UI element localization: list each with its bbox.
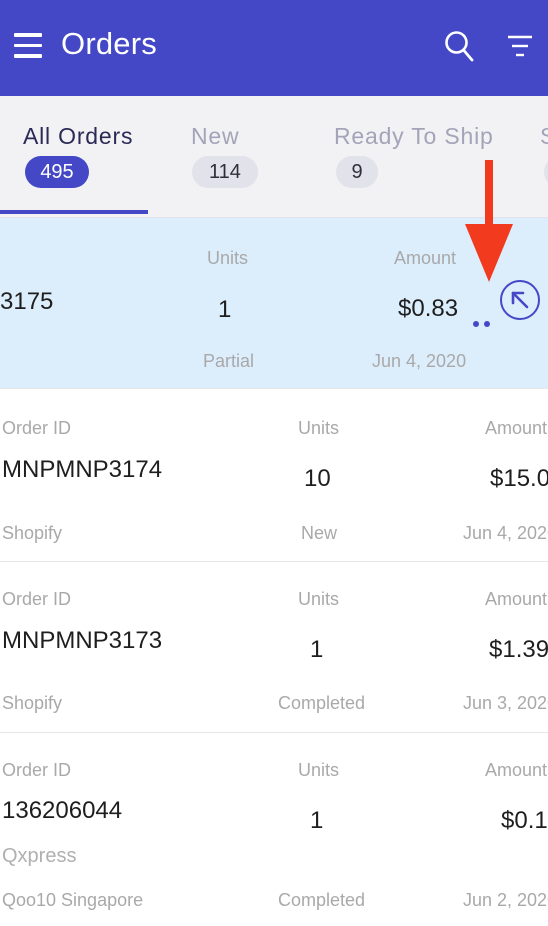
tab-new[interactable]: New 114: [160, 96, 290, 217]
order-row[interactable]: Order ID MNPMNP3174 Units 10 Amount $15.…: [0, 391, 548, 562]
tab-all-orders[interactable]: All Orders 495: [0, 96, 148, 217]
amount-value: $1.39: [489, 636, 548, 663]
order-channel: Qoo10 Singapore: [2, 890, 144, 910]
page-title: Orders: [61, 26, 157, 61]
amount-label: Amount: [485, 418, 548, 438]
order-id: 136206044: [2, 797, 123, 824]
units-value: 1: [310, 636, 324, 663]
order-date: Jun 3, 2020: [463, 693, 548, 713]
red-down-arrow-icon: [465, 160, 513, 282]
active-tab-indicator: [0, 210, 148, 214]
order-channel: Shopify: [2, 693, 63, 713]
order-status: Partial: [203, 351, 255, 371]
order-date: Jun 2, 2020: [463, 890, 548, 910]
tab-count-badge: [544, 156, 548, 188]
amount-value: $15.0: [490, 465, 548, 492]
tab-count-badge: 495: [25, 156, 89, 188]
units-label: Units: [298, 418, 340, 438]
tab-count-badge: 9: [336, 156, 378, 188]
amount-label: Amount: [485, 589, 548, 609]
search-icon[interactable]: [444, 30, 474, 62]
order-status: Completed: [278, 693, 366, 713]
order-status: Completed: [278, 890, 366, 910]
shipping-carrier: Qxpress: [2, 845, 77, 867]
amount-label: Amount: [394, 248, 457, 268]
amount-value: $0.1: [501, 807, 548, 834]
order-id-label: Order ID: [2, 589, 72, 609]
tab-next[interactable]: S: [530, 96, 548, 217]
order-channel: Shopify: [2, 523, 63, 543]
filter-icon[interactable]: [506, 34, 534, 58]
amount-label: Amount: [485, 760, 548, 780]
units-label: Units: [298, 589, 340, 609]
tab-label: S: [540, 123, 548, 150]
more-dots-icon[interactable]: [473, 314, 495, 332]
order-date: Jun 4, 2020: [372, 351, 467, 371]
tab-label: All Orders: [23, 123, 134, 149]
amount-value: $0.83: [398, 295, 459, 322]
order-row[interactable]: Order ID MNPMNP3173 Units 1 Amount $1.39…: [0, 562, 548, 733]
hamburger-menu-icon[interactable]: [14, 33, 42, 59]
tab-label: New: [191, 123, 240, 149]
units-label: Units: [207, 248, 249, 268]
units-value: 1: [218, 296, 232, 323]
arrow-up-left-circle-icon[interactable]: [500, 280, 540, 320]
order-id-label: Order ID: [2, 418, 72, 438]
order-id-label: Order ID: [2, 760, 72, 780]
order-id: MNPMNP3173: [2, 627, 163, 654]
tab-count-badge: 114: [192, 156, 258, 188]
app-bar: Orders: [0, 0, 548, 96]
units-value: 10: [304, 465, 331, 492]
order-status: New: [301, 523, 338, 543]
order-id: MNPMNP3174: [2, 456, 163, 483]
units-value: 1: [310, 807, 324, 834]
order-row[interactable]: Order ID 136206044 Qxpress Units 1 Amoun…: [0, 733, 548, 926]
order-id: 3175: [0, 288, 54, 315]
tab-label: Ready To Ship: [334, 123, 494, 149]
units-label: Units: [298, 760, 340, 780]
order-date: Jun 4, 2020: [463, 523, 548, 543]
